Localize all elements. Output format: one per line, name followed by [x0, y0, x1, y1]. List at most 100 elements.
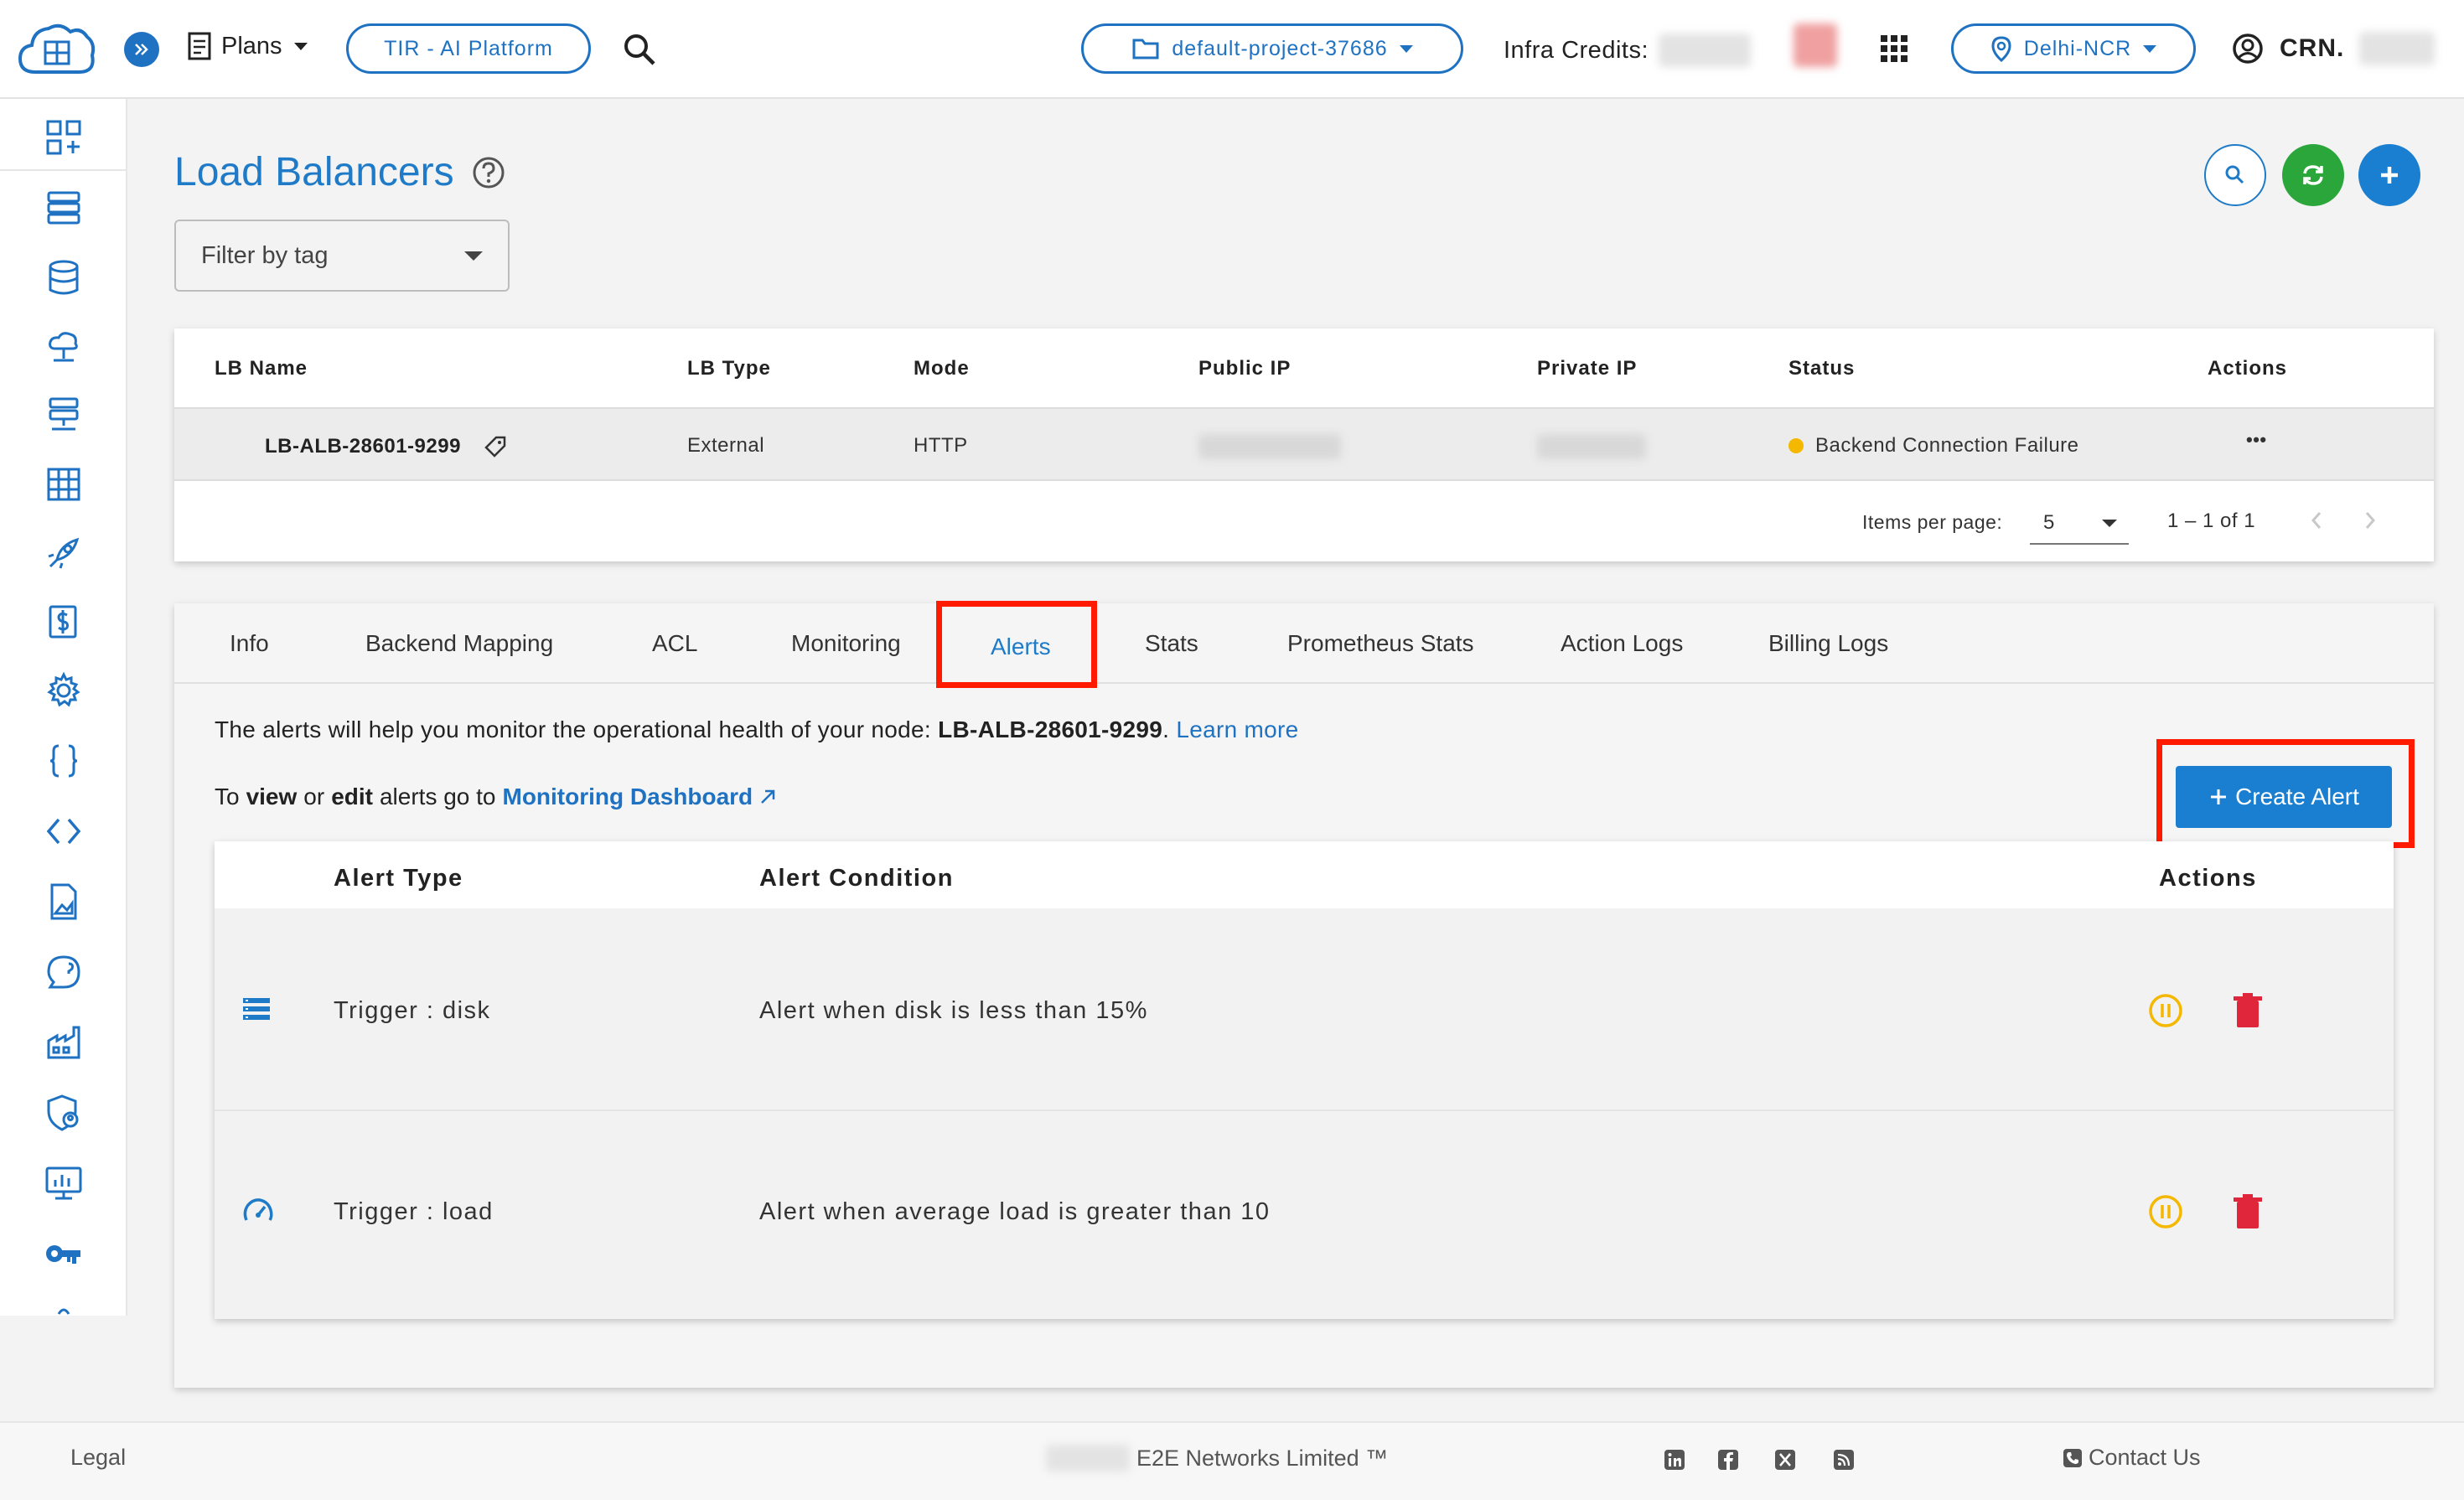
settings-gear-icon[interactable] [44, 670, 84, 711]
billing-icon[interactable] [44, 602, 84, 642]
tabs-divider [174, 682, 2434, 684]
col-alert-condition: Alert Condition [759, 865, 954, 892]
region-selector[interactable]: Delhi-NCR [1951, 23, 2196, 74]
contact-us-link[interactable]: Contact Us [2062, 1445, 2201, 1471]
col-lb-name: LB Name [215, 357, 308, 380]
tab-backend-mapping[interactable]: Backend Mapping [365, 630, 553, 657]
cloud-network-icon[interactable] [44, 327, 84, 367]
filter-by-tag-select[interactable]: Filter by tag [174, 220, 510, 292]
alerts-dashboard-line: To view or edit alerts go to Monitoring … [215, 784, 778, 810]
pause-icon[interactable] [2147, 1193, 2184, 1230]
prev-page-icon[interactable] [2306, 508, 2327, 533]
learn-more-link[interactable]: Learn more [1176, 716, 1298, 742]
infra-credits-label: Infra Credits: [1504, 36, 1649, 64]
chat-help-icon[interactable] [44, 952, 84, 992]
alert-row[interactable]: Trigger : disk Alert when disk is less t… [215, 908, 2394, 1109]
tab-acl[interactable]: ACL [652, 630, 697, 657]
plans-menu[interactable]: Plans [186, 30, 308, 62]
status-text: Backend Connection Failure [1815, 434, 2079, 457]
expand-sidebar-button[interactable] [124, 32, 159, 67]
apps-grid-icon[interactable] [1877, 32, 1911, 65]
footer-company: E2E Networks Limited ™ [1046, 1445, 1388, 1472]
caret-down-icon [464, 251, 483, 261]
help-icon[interactable] [471, 155, 506, 190]
plus-icon [2381, 167, 2398, 184]
col-alert-actions: Actions [2159, 865, 2257, 892]
project-label: default-project-37686 [1172, 36, 1388, 60]
company-name: E2E Networks Limited ™ [1136, 1445, 1389, 1471]
user-circle-icon [2233, 34, 2263, 64]
e2e-logo[interactable] [15, 18, 99, 82]
private-ip-redacted [1537, 434, 1646, 459]
refresh-button[interactable] [2282, 144, 2344, 206]
lb-type-cell: External [687, 434, 765, 457]
line2-rest: alerts go to [379, 784, 496, 809]
key-icon[interactable] [44, 1234, 84, 1274]
rocket-icon[interactable] [44, 533, 84, 573]
copyright-year-redacted [1046, 1445, 1130, 1472]
line2-or: or [303, 784, 325, 809]
alert-condition: Alert when disk is less than 15% [759, 997, 1148, 1024]
user-id-redacted [2359, 32, 2436, 65]
monitor-chart-icon[interactable] [44, 1163, 84, 1203]
col-status: Status [1788, 357, 1856, 380]
tab-prometheus-stats[interactable]: Prometheus Stats [1287, 630, 1474, 657]
security-shield-icon[interactable] [44, 1093, 84, 1133]
monitoring-dashboard-link[interactable]: Monitoring Dashboard [503, 784, 779, 810]
tab-action-logs[interactable]: Action Logs [1561, 630, 1683, 657]
double-chevron-right-icon [135, 44, 148, 55]
next-page-icon[interactable] [2360, 508, 2380, 533]
tab-stats[interactable]: Stats [1145, 630, 1198, 657]
linkedin-icon[interactable] [1663, 1448, 1686, 1472]
line2-edit: edit [331, 784, 373, 809]
status-cell: Backend Connection Failure [1788, 434, 2079, 458]
search-button[interactable] [2204, 144, 2266, 206]
col-mode: Mode [914, 357, 970, 380]
nodes-icon[interactable] [44, 188, 84, 228]
load-balancer-icon[interactable] [44, 396, 84, 436]
grid-table-icon[interactable] [44, 464, 84, 504]
delete-icon[interactable] [2231, 1193, 2265, 1230]
search-icon[interactable] [620, 30, 659, 69]
rss-icon[interactable] [1832, 1448, 1856, 1472]
mode-cell: HTTP [914, 434, 968, 457]
row-actions-menu[interactable]: ••• [2246, 429, 2267, 451]
top-header: Plans TIR - AI Platform default-project-… [0, 0, 2464, 99]
region-label: Delhi-NCR [2023, 36, 2132, 60]
image-file-icon[interactable] [44, 882, 84, 922]
curly-braces-icon[interactable] [44, 741, 84, 781]
alerts-intro: The alerts will help you monitor the ope… [215, 716, 1299, 742]
alert-type: Trigger : load [334, 1198, 494, 1225]
legal-link[interactable]: Legal [70, 1445, 126, 1471]
lb-table-card: LB Name LB Type Mode Public IP Private I… [174, 328, 2434, 561]
footer: Legal E2E Networks Limited ™ Contact Us [0, 1421, 2464, 1500]
pause-icon[interactable] [2147, 992, 2184, 1029]
code-brackets-icon[interactable] [44, 811, 84, 851]
tir-platform-button[interactable]: TIR - AI Platform [346, 23, 591, 74]
tab-info[interactable]: Info [230, 630, 269, 657]
tag-icon[interactable] [483, 434, 508, 459]
col-private-ip: Private IP [1537, 357, 1638, 380]
notification-icon-redacted[interactable] [1794, 18, 1852, 72]
delete-icon[interactable] [2231, 992, 2265, 1029]
tab-monitoring[interactable]: Monitoring [791, 630, 901, 657]
alert-row[interactable]: Trigger : load Alert when average load i… [215, 1111, 2394, 1312]
caret-down-icon [293, 42, 308, 50]
project-selector[interactable]: default-project-37686 [1081, 23, 1463, 74]
lb-name-cell[interactable]: LB-ALB-28601-9299 [265, 434, 508, 459]
facebook-icon[interactable] [1716, 1448, 1740, 1472]
table-row[interactable]: LB-ALB-28601-9299 External HTTP Backend … [174, 407, 2434, 481]
dashboard-icon[interactable] [44, 117, 84, 158]
more-icon-partial[interactable] [44, 1297, 84, 1316]
refresh-icon [2303, 165, 2323, 185]
database-icon[interactable] [44, 258, 84, 298]
col-lb-type: LB Type [687, 357, 771, 380]
user-menu[interactable]: CRN. [2231, 32, 2436, 65]
factory-icon[interactable] [44, 1022, 84, 1063]
add-button[interactable] [2358, 144, 2420, 206]
external-link-icon [761, 789, 775, 804]
items-per-page-select[interactable]: 5 [2030, 499, 2129, 545]
line2-to: To [215, 784, 240, 809]
x-twitter-icon[interactable] [1773, 1448, 1797, 1472]
tab-billing-logs[interactable]: Billing Logs [1768, 630, 1888, 657]
